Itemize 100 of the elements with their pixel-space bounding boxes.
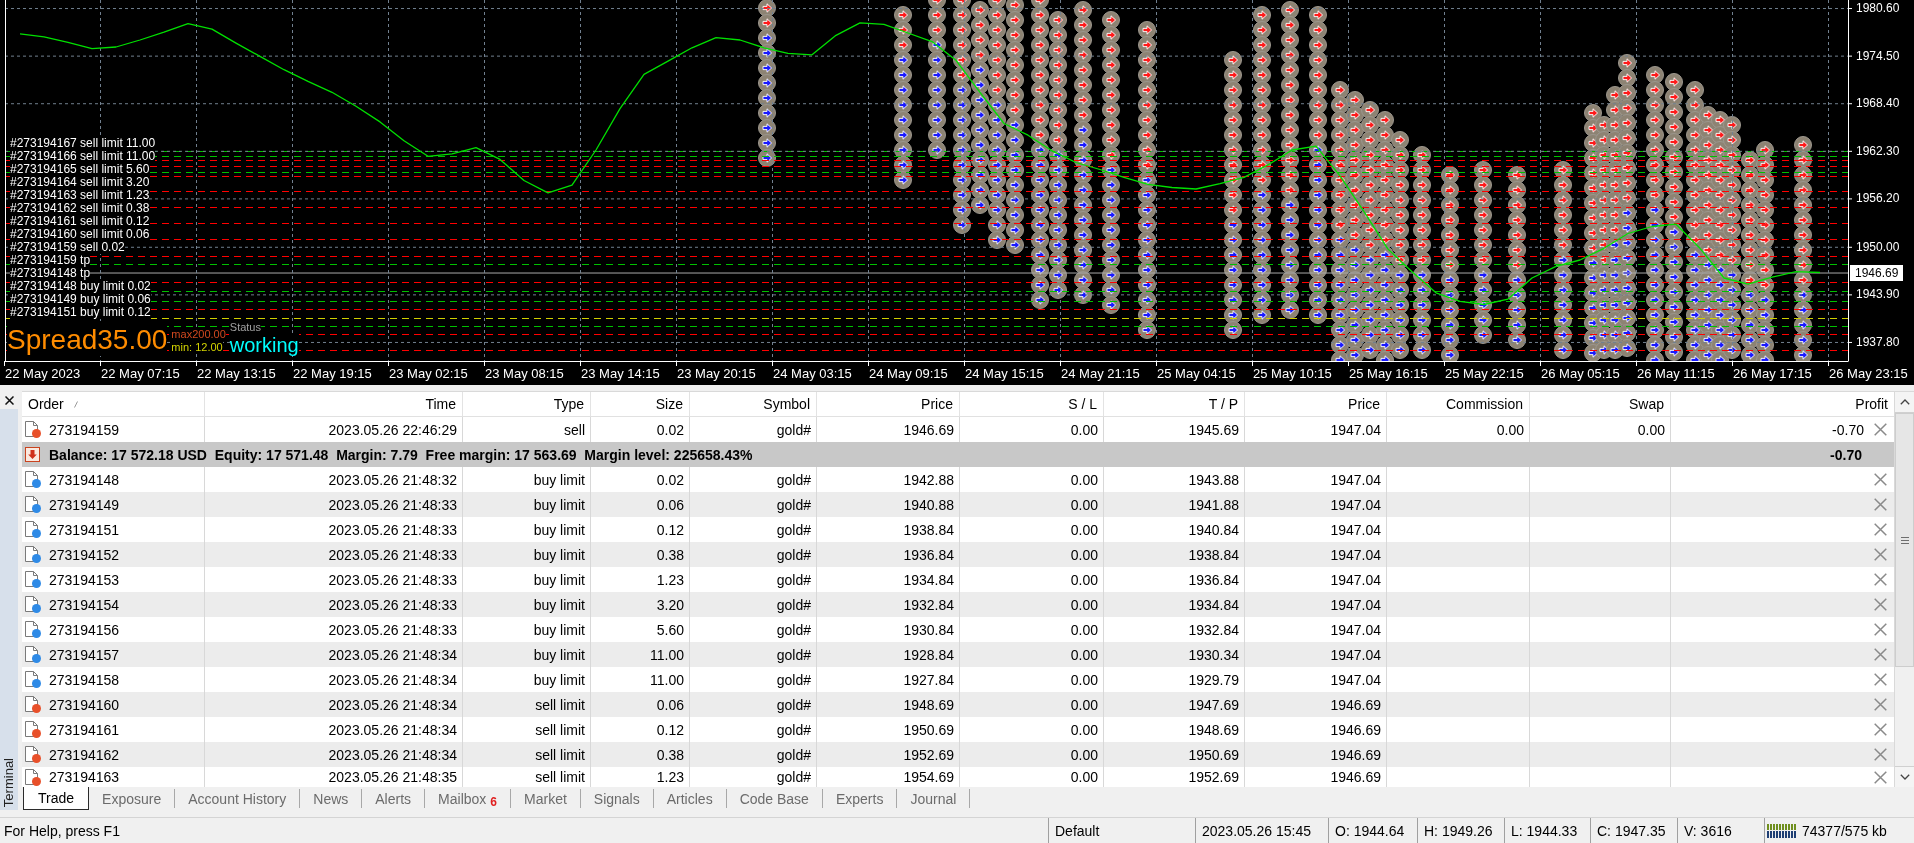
lot-size: 0.12 bbox=[656, 521, 684, 538]
table-row[interactable]: 273194162 2023.05.26 21:48:34 sell limit 0.38 gold# 1952.69 0.00 1950.69 1946.69 bbox=[22, 742, 1894, 767]
open-time: 2023.05.26 21:48:34 bbox=[328, 671, 457, 688]
open-time: 2023.05.26 21:48:34 bbox=[328, 696, 457, 713]
tab[interactable]: Exposure bbox=[89, 789, 176, 808]
open-price: 1946.69 bbox=[903, 421, 954, 438]
open-price: 1932.84 bbox=[903, 596, 954, 613]
order-id: 273194149 bbox=[49, 496, 120, 513]
order-label: #273194148 tp bbox=[10, 267, 91, 280]
total-profit: -0.70 bbox=[1830, 446, 1862, 463]
column-header[interactable]: Price bbox=[1245, 392, 1387, 416]
market-price: 1946.69 bbox=[1330, 696, 1381, 713]
table-row[interactable]: 273194154 2023.05.26 21:48:33 buy limit 3.20 gold# 1932.84 0.00 1934.84 1947.04 bbox=[22, 592, 1894, 617]
column-header[interactable]: Symbol bbox=[690, 392, 817, 416]
order-type: buy limit bbox=[533, 646, 585, 663]
tab[interactable]: Articles bbox=[653, 789, 727, 808]
stop-loss: 0.00 bbox=[1070, 496, 1098, 513]
lot-size: 1.23 bbox=[656, 769, 684, 785]
stop-loss: 0.00 bbox=[1070, 769, 1098, 785]
take-profit: 1940.84 bbox=[1188, 521, 1239, 538]
open-price: 1927.84 bbox=[903, 671, 954, 688]
scroll-up-button[interactable] bbox=[1895, 392, 1914, 413]
column-header[interactable]: Commission bbox=[1387, 392, 1530, 416]
take-profit: 1932.84 bbox=[1188, 621, 1239, 638]
column-header[interactable]: Swap bbox=[1530, 392, 1671, 416]
grip-icon bbox=[1900, 536, 1909, 544]
tab[interactable]: Code Base bbox=[726, 789, 823, 808]
scroll-down-button[interactable] bbox=[1895, 766, 1914, 787]
tab[interactable]: Account History bbox=[175, 789, 301, 808]
close-icon[interactable] bbox=[4, 395, 14, 405]
order-type: buy limit bbox=[533, 471, 585, 488]
sort-icon bbox=[73, 400, 78, 408]
tab[interactable]: Experts bbox=[822, 789, 898, 808]
lot-size: 5.60 bbox=[656, 621, 684, 638]
table-row[interactable]: 273194152 2023.05.26 21:48:33 buy limit 0.38 gold# 1936.84 0.00 1938.84 1947.04 bbox=[22, 542, 1894, 567]
stop-loss: 0.00 bbox=[1070, 421, 1098, 438]
stop-loss: 0.00 bbox=[1070, 621, 1098, 638]
column-header[interactable]: Size bbox=[591, 392, 690, 416]
open-price: 1942.88 bbox=[903, 471, 954, 488]
column-header[interactable]: Price bbox=[817, 392, 960, 416]
scrollbar-thumb[interactable] bbox=[1895, 413, 1914, 667]
open-price: 1930.84 bbox=[903, 621, 954, 638]
open-time: 2023.05.26 21:48:33 bbox=[328, 596, 457, 613]
take-profit: 1950.69 bbox=[1188, 746, 1239, 763]
time-label: 24 May 15:15 bbox=[965, 366, 1044, 381]
order-id: 273194160 bbox=[49, 696, 120, 713]
open-price: 1928.84 bbox=[903, 646, 954, 663]
symbol: gold# bbox=[776, 496, 811, 513]
tab[interactable]: Market bbox=[511, 789, 581, 808]
order-label: #273194148 buy limit 0.02 bbox=[10, 280, 151, 293]
open-price: O: 1944.64 bbox=[1335, 822, 1405, 839]
time-label: 25 May 16:15 bbox=[1349, 366, 1428, 381]
column-header[interactable]: Type bbox=[463, 392, 591, 416]
column-header[interactable]: Profit bbox=[1671, 392, 1894, 416]
lot-size: 0.02 bbox=[656, 421, 684, 438]
bar-time: 2023.05.26 15:45 bbox=[1202, 822, 1311, 839]
order-id: 273194148 bbox=[49, 471, 120, 488]
order-label: #273194167 sell limit 11.00 bbox=[10, 137, 156, 150]
open-price: 1936.84 bbox=[903, 546, 954, 563]
column-header[interactable]: T / P bbox=[1104, 392, 1245, 416]
commission: 0.00 bbox=[1496, 421, 1524, 438]
take-profit: 1941.88 bbox=[1188, 496, 1239, 513]
order-label: #273194163 sell limit 1.23 bbox=[10, 189, 150, 202]
symbol: gold# bbox=[776, 596, 811, 613]
open-time: 2023.05.26 21:48:34 bbox=[328, 746, 457, 763]
tab[interactable]: Alerts bbox=[362, 789, 426, 808]
market-price: 1947.04 bbox=[1330, 521, 1381, 538]
order-type: buy limit bbox=[533, 671, 585, 688]
tab[interactable]: Trade bbox=[23, 787, 90, 810]
time-label: 23 May 14:15 bbox=[581, 366, 660, 381]
table-row[interactable]: 273194157 2023.05.26 21:48:34 buy limit 11.00 gold# 1928.84 0.00 1930.34 1947.04 bbox=[22, 642, 1894, 667]
time-label: 26 May 05:15 bbox=[1541, 366, 1620, 381]
take-profit: 1952.69 bbox=[1188, 769, 1239, 785]
column-header[interactable]: S / L bbox=[960, 392, 1104, 416]
symbol: gold# bbox=[776, 471, 811, 488]
time-label: 22 May 2023 bbox=[5, 366, 81, 381]
column-header[interactable]: Time bbox=[205, 392, 463, 416]
column-header[interactable]: Order bbox=[22, 392, 205, 416]
table-row[interactable]: 273194149 2023.05.26 21:48:33 buy limit 0.06 gold# 1940.88 0.00 1941.88 1947.04 bbox=[22, 492, 1894, 517]
unread-count: 6 bbox=[490, 796, 497, 808]
symbol: gold# bbox=[776, 769, 811, 785]
tab[interactable]: Journal bbox=[897, 789, 971, 808]
tab[interactable]: News bbox=[300, 789, 363, 808]
open-time: 2023.05.26 21:48:33 bbox=[328, 621, 457, 638]
tab[interactable]: Signals bbox=[580, 789, 654, 808]
table-row[interactable]: 273194160 2023.05.26 21:48:34 sell limit 0.06 gold# 1948.69 0.00 1947.69 1946.69 bbox=[22, 692, 1894, 717]
order-label: #273194149 buy limit 0.06 bbox=[10, 293, 151, 306]
market-price: 1947.04 bbox=[1330, 421, 1381, 438]
tab[interactable]: Mailbox 6 bbox=[425, 789, 511, 808]
open-time: 2023.05.26 21:48:33 bbox=[328, 546, 457, 563]
open-time: 2023.05.26 21:48:35 bbox=[328, 769, 457, 785]
price-label: 1937.80 bbox=[1856, 333, 1900, 350]
stop-loss: 0.00 bbox=[1070, 746, 1098, 763]
down-arrow-icon bbox=[25, 447, 40, 462]
take-profit: 1936.84 bbox=[1188, 571, 1239, 588]
time-label: 22 May 19:15 bbox=[293, 366, 372, 381]
order-id: 273194152 bbox=[49, 546, 120, 563]
open-price: 1950.69 bbox=[903, 721, 954, 738]
panel-title: Terminal bbox=[1, 757, 17, 807]
market-price: 1947.04 bbox=[1330, 496, 1381, 513]
